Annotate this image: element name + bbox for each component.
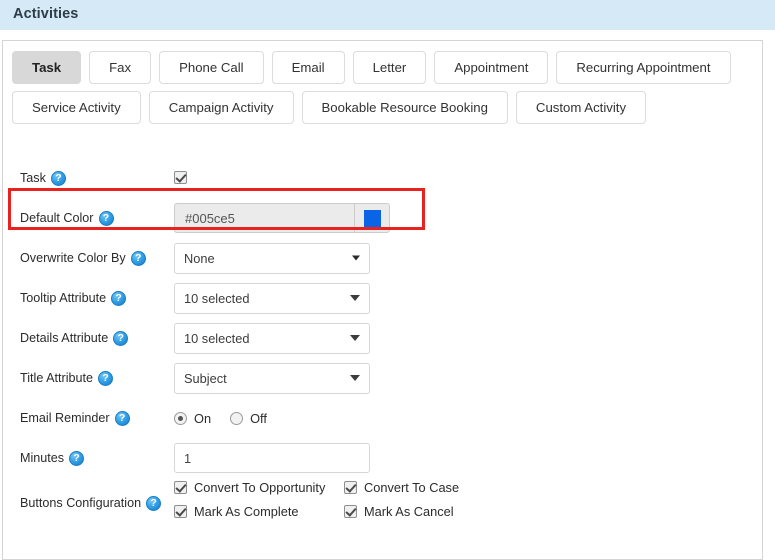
help-icon-minutes[interactable]: ?: [69, 450, 85, 466]
default-color-input[interactable]: [174, 203, 354, 233]
row-overwrite-color-by: Overwrite Color By ? None: [3, 238, 764, 278]
activities-panel: Task Fax Phone Call Email Letter Appoint…: [2, 40, 763, 560]
label-details-attribute-text: Details Attribute: [20, 331, 109, 345]
label-task: Task ?: [3, 170, 166, 186]
label-email-reminder: Email Reminder ?: [3, 410, 166, 426]
tab-service-activity[interactable]: Service Activity: [12, 91, 141, 124]
overwrite-color-by-value: None: [184, 250, 215, 266]
checkbox-item-mark-as-complete: Mark As Complete: [174, 504, 344, 519]
label-title-attribute-text: Title Attribute: [20, 371, 94, 385]
tab-appointment[interactable]: Appointment: [434, 51, 549, 84]
details-attribute-select[interactable]: 10 selected: [174, 322, 370, 354]
tab-custom-activity[interactable]: Custom Activity: [515, 91, 647, 124]
tab-row-2: Service Activity Campaign Activity Booka…: [12, 91, 760, 124]
tab-fax[interactable]: Fax: [89, 51, 152, 84]
activity-type-tabs: Task Fax Phone Call Email Letter Appoint…: [12, 51, 760, 131]
checkbox-item-convert-to-case: Convert To Case: [344, 480, 494, 495]
row-buttons-configuration: Buttons Configuration ? Convert To Oppor…: [3, 478, 764, 532]
mark-as-cancel-label: Mark As Cancel: [364, 504, 454, 519]
chevron-down-icon: [352, 255, 360, 261]
label-details-attribute: Details Attribute ?: [3, 330, 166, 346]
activity-settings-form: Task ? Default Color ? #005ce5 Overwrite…: [3, 158, 764, 532]
label-minutes-text: Minutes: [20, 451, 65, 465]
help-icon-email-reminder[interactable]: ?: [114, 410, 130, 426]
label-task-text: Task: [20, 171, 46, 185]
buttons-configuration-checkbox-grid: Convert To Opportunity Convert To Case M…: [166, 478, 494, 519]
label-buttons-configuration-text: Buttons Configuration: [20, 496, 142, 510]
email-reminder-on-label: On: [194, 410, 212, 426]
title-attribute-value: Subject: [184, 370, 227, 386]
label-tooltip-attribute: Tooltip Attribute ?: [3, 290, 166, 306]
tooltip-attribute-value: 10 selected: [184, 290, 250, 306]
field-minutes: [166, 443, 370, 473]
chevron-down-icon: [350, 335, 360, 341]
row-tooltip-attribute: Tooltip Attribute ? 10 selected: [3, 278, 764, 318]
field-tooltip-attribute: 10 selected: [166, 282, 370, 314]
tab-task[interactable]: Task: [12, 51, 82, 84]
details-attribute-value: 10 selected: [184, 330, 250, 346]
field-task: [166, 169, 187, 187]
tooltip-attribute-select[interactable]: 10 selected: [174, 282, 370, 314]
chevron-down-icon: [350, 375, 360, 381]
label-overwrite-color-by-text: Overwrite Color By: [20, 251, 126, 265]
page-header: Activities: [0, 0, 775, 31]
row-details-attribute: Details Attribute ? 10 selected: [3, 318, 764, 358]
tab-campaign-activity[interactable]: Campaign Activity: [148, 91, 294, 124]
field-details-attribute: 10 selected: [166, 322, 370, 354]
field-title-attribute: Subject: [166, 362, 370, 394]
convert-to-case-checkbox[interactable]: [344, 481, 357, 494]
tab-phone-call[interactable]: Phone Call: [159, 51, 264, 84]
minutes-input[interactable]: [174, 443, 370, 473]
help-icon-task[interactable]: ?: [50, 170, 66, 186]
convert-to-opportunity-checkbox[interactable]: [174, 481, 187, 494]
page-title: Activities: [13, 6, 79, 22]
help-icon-buttons-configuration[interactable]: ?: [146, 496, 162, 511]
label-tooltip-attribute-text: Tooltip Attribute: [20, 291, 107, 305]
convert-to-opportunity-label: Convert To Opportunity: [194, 480, 326, 495]
label-minutes: Minutes ?: [3, 450, 166, 466]
help-icon-default-color[interactable]: ?: [98, 210, 114, 226]
label-default-color: Default Color ?: [3, 210, 166, 226]
tab-letter[interactable]: Letter: [352, 51, 427, 84]
help-icon-tooltip-attribute[interactable]: ?: [111, 290, 127, 306]
tab-bookable-resource-booking[interactable]: Bookable Resource Booking: [301, 91, 508, 124]
tab-email[interactable]: Email: [271, 51, 345, 84]
help-icon-details-attribute[interactable]: ?: [113, 330, 129, 346]
help-icon-overwrite-color-by[interactable]: ?: [130, 250, 146, 266]
mark-as-complete-checkbox[interactable]: [174, 505, 187, 518]
overwrite-color-by-select[interactable]: None: [174, 242, 370, 274]
task-enabled-checkbox[interactable]: [174, 171, 187, 185]
email-reminder-radio-group: On Off: [174, 411, 279, 426]
row-email-reminder: Email Reminder ? On Off: [3, 398, 764, 438]
label-overwrite-color-by: Overwrite Color By ?: [3, 250, 166, 266]
color-swatch-icon: [363, 209, 381, 227]
checkbox-item-convert-to-opportunity: Convert To Opportunity: [174, 480, 344, 495]
tab-row-1: Task Fax Phone Call Email Letter Appoint…: [12, 51, 760, 84]
row-task: Task ?: [3, 158, 764, 198]
default-color-swatch-button[interactable]: [354, 203, 390, 233]
checkbox-item-mark-as-cancel: Mark As Cancel: [344, 504, 494, 519]
field-email-reminder: On Off: [166, 411, 279, 426]
label-email-reminder-text: Email Reminder: [20, 411, 110, 425]
label-default-color-text: Default Color: [20, 211, 94, 225]
label-buttons-configuration: Buttons Configuration ?: [3, 478, 166, 511]
field-default-color: [166, 203, 390, 233]
mark-as-cancel-checkbox[interactable]: [344, 505, 357, 518]
tab-recurring-appointment[interactable]: Recurring Appointment: [556, 51, 731, 84]
field-overwrite-color-by: None: [166, 242, 370, 274]
email-reminder-on-radio[interactable]: [174, 411, 187, 425]
default-color-picker-group: [174, 203, 390, 233]
help-icon-title-attribute[interactable]: ?: [98, 370, 114, 386]
chevron-down-icon: [350, 295, 360, 301]
title-attribute-select[interactable]: Subject: [174, 362, 370, 394]
mark-as-complete-label: Mark As Complete: [194, 504, 299, 519]
convert-to-case-label: Convert To Case: [364, 480, 460, 495]
label-title-attribute: Title Attribute ?: [3, 370, 166, 386]
email-reminder-off-label: Off: [250, 410, 267, 426]
email-reminder-off-radio[interactable]: [230, 411, 244, 425]
row-title-attribute: Title Attribute ? Subject: [3, 358, 764, 398]
row-minutes: Minutes ?: [3, 438, 764, 478]
row-default-color: Default Color ?: [3, 198, 764, 238]
